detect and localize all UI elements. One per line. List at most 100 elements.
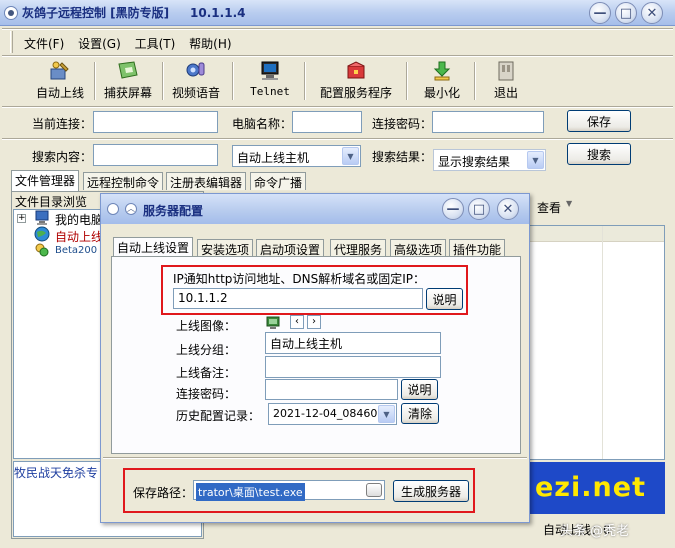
pc-name-input[interactable] bbox=[292, 111, 362, 133]
current-connection-input[interactable] bbox=[93, 111, 218, 133]
search-content-input[interactable] bbox=[93, 144, 218, 166]
menu-tools[interactable]: 工具(T) bbox=[135, 35, 176, 52]
dialog-tab-auto-online[interactable]: 自动上线设置 bbox=[113, 237, 194, 257]
toolbar-label: 退出 bbox=[493, 86, 518, 100]
password-explain-button[interactable]: 说明 bbox=[401, 379, 438, 400]
next-image-button[interactable]: › bbox=[307, 315, 321, 329]
toolbar-separator bbox=[304, 62, 306, 100]
toolbar-label: 配置服务程序 bbox=[319, 86, 392, 100]
search-result-select[interactable]: 显示搜索结果 ▼ bbox=[433, 149, 546, 171]
tab-file-manager[interactable]: 文件管理器 bbox=[11, 170, 80, 191]
menu-file[interactable]: 文件(F) bbox=[24, 35, 64, 52]
dialog-tab-install[interactable]: 安装选项 bbox=[197, 239, 254, 257]
search-scope-value: 自动上线主机 bbox=[237, 151, 310, 165]
search-result-value: 显示搜索结果 bbox=[438, 155, 511, 169]
dialog-title: 服务器配置 bbox=[143, 204, 204, 218]
view-menu[interactable]: 查看 bbox=[537, 199, 561, 216]
toolbar-separator bbox=[232, 62, 234, 100]
menu-settings[interactable]: 设置(G) bbox=[78, 35, 121, 52]
dialog-tab-proxy[interactable]: 代理服务 bbox=[330, 239, 387, 257]
save-path-label: 保存路径： bbox=[133, 486, 194, 500]
dialog-title-bar[interactable]: ︿ 服务器配置 — □ ✕ bbox=[101, 194, 529, 224]
divider bbox=[2, 55, 673, 57]
toolbar-label: 最小化 bbox=[423, 86, 460, 100]
search-result-label: 搜索结果： bbox=[372, 150, 433, 164]
menu-help[interactable]: 帮助(H) bbox=[189, 35, 231, 52]
tab-registry-editor[interactable]: 注册表编辑器 bbox=[166, 172, 247, 190]
group-input[interactable]: 自动上线主机 bbox=[265, 332, 441, 354]
capture-screen-icon bbox=[118, 61, 138, 79]
save-button[interactable]: 保存 bbox=[567, 110, 631, 132]
ip-address-input[interactable]: 10.1.1.2 bbox=[173, 288, 423, 309]
chevron-up-icon[interactable]: ︿ bbox=[125, 203, 137, 215]
config-server-icon bbox=[347, 61, 365, 79]
divider bbox=[2, 138, 673, 140]
dialog-password-label: 连接密码： bbox=[176, 387, 237, 401]
main-toolbar: 自动上线 捕获屏幕 视频语音 Telnet 配置服务程序 最小化 退出 bbox=[14, 58, 664, 104]
tree-item-my-computer[interactable]: 我的电脑 bbox=[55, 211, 103, 228]
dialog-tab-advanced[interactable]: 高级选项 bbox=[390, 239, 447, 257]
toolbar-telnet-button[interactable]: Telnet bbox=[244, 58, 296, 98]
expand-toggle[interactable]: + bbox=[17, 214, 26, 223]
tab-command-broadcast[interactable]: 命令广播 bbox=[250, 172, 307, 190]
close-button[interactable]: ✕ bbox=[641, 2, 663, 24]
dialog-minimize-button[interactable]: — bbox=[442, 198, 464, 220]
menu-grip bbox=[10, 31, 13, 53]
clear-history-button[interactable]: 清除 bbox=[401, 403, 439, 424]
info-text: 牧民战天免杀专 bbox=[14, 466, 99, 480]
prev-image-button[interactable]: ‹ bbox=[290, 315, 304, 329]
minimize-app-icon bbox=[433, 61, 451, 81]
tree-item-auto-online[interactable]: 自动上线 bbox=[55, 228, 103, 245]
host-icon bbox=[35, 243, 49, 257]
tree-item-beta[interactable]: Beta200 bbox=[55, 245, 97, 256]
dialog-tab-startup[interactable]: 启动项设置 bbox=[256, 239, 325, 257]
toolbar-exit-button[interactable]: 退出 bbox=[480, 58, 532, 101]
dialog-close-button[interactable]: ✕ bbox=[497, 198, 519, 220]
maximize-button[interactable]: □ bbox=[615, 2, 637, 24]
toolbar-capture-screen-button[interactable]: 捕获屏幕 bbox=[102, 58, 154, 101]
dialog-tab-plugins[interactable]: 插件功能 bbox=[449, 239, 506, 257]
search-content-label: 搜索内容： bbox=[32, 150, 93, 164]
toolbar-config-server-button[interactable]: 配置服务程序 bbox=[314, 58, 398, 101]
toolbar-video-voice-button[interactable]: 视频语音 bbox=[170, 58, 222, 101]
pc-name-label: 电脑名称： bbox=[232, 117, 293, 131]
history-select[interactable]: 2021-12-04_084603 ▼ bbox=[268, 403, 397, 425]
toolbar-auto-online-button[interactable]: 自动上线 bbox=[34, 58, 86, 101]
auto-online-icon bbox=[50, 61, 69, 80]
watermark: 头条 @秃老 bbox=[560, 524, 630, 539]
browse-button[interactable] bbox=[366, 483, 382, 497]
server-config-dialog: ︿ 服务器配置 — □ ✕ 自动上线设置 安装选项 启动项设置 代理服务 高级选… bbox=[100, 193, 530, 523]
minimize-button[interactable]: — bbox=[589, 2, 611, 24]
save-path-input[interactable]: trator\桌面\test.exe bbox=[193, 480, 385, 501]
toolbar-label: 自动上线 bbox=[35, 86, 84, 100]
generate-server-button[interactable]: 生成服务器 bbox=[393, 480, 469, 502]
banner-text: ezi.net bbox=[535, 472, 646, 503]
note-input[interactable] bbox=[265, 356, 441, 378]
column-divider bbox=[602, 226, 603, 459]
history-value: 2021-12-04_084603 bbox=[273, 407, 385, 420]
dialog-password-input[interactable] bbox=[265, 379, 398, 400]
toolbar-label: 视频语音 bbox=[171, 86, 220, 100]
divider bbox=[2, 106, 673, 108]
telnet-icon bbox=[261, 61, 279, 80]
dialog-maximize-button[interactable]: □ bbox=[468, 198, 490, 220]
ip-notice-label: IP通知http访问地址、DNS解析域名或固定IP： bbox=[173, 272, 426, 286]
online-image-icon bbox=[266, 316, 280, 329]
divider bbox=[103, 457, 527, 459]
chevron-down-icon: ▼ bbox=[566, 199, 573, 208]
window-ip: 10.1.1.4 bbox=[190, 6, 246, 20]
exit-icon bbox=[498, 61, 514, 81]
connection-password-input[interactable] bbox=[432, 111, 544, 133]
search-button[interactable]: 搜索 bbox=[567, 143, 631, 165]
toolbar-separator bbox=[406, 62, 408, 100]
app-icon bbox=[4, 6, 18, 20]
tab-remote-commands[interactable]: 远程控制命令 bbox=[83, 172, 164, 190]
video-voice-icon bbox=[186, 62, 205, 77]
main-title-bar[interactable]: 灰鸽子远程控制 [黑防专版] 10.1.1.4 — □ ✕ bbox=[0, 0, 675, 26]
group-label: 上线分组： bbox=[176, 343, 237, 357]
file-tree-header: 文件目录浏览 bbox=[15, 195, 88, 209]
search-scope-select[interactable]: 自动上线主机 ▼ bbox=[232, 145, 361, 167]
toolbar-minimize-button[interactable]: 最小化 bbox=[416, 58, 468, 101]
ip-explain-button[interactable]: 说明 bbox=[426, 288, 463, 310]
toolbar-separator bbox=[94, 62, 96, 100]
